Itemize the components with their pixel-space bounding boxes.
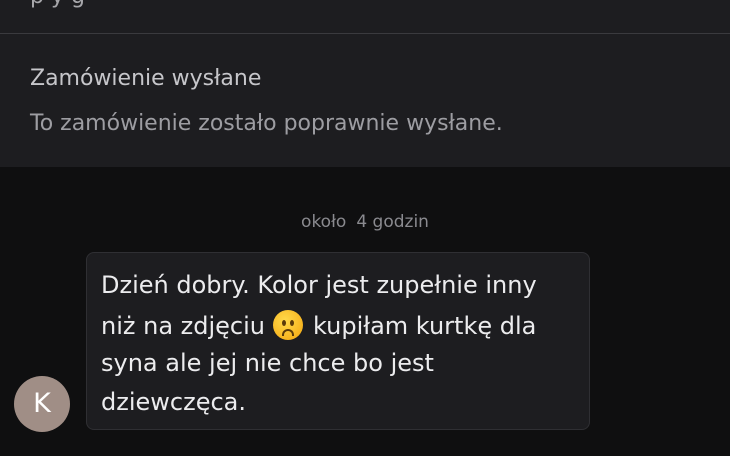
timestamp-prefix: około xyxy=(301,212,347,232)
message-bubble[interactable]: Dzień dobry. Kolor jest zupełnie inny ni… xyxy=(86,252,590,430)
order-status-title: Zamówienie wysłane xyxy=(30,66,262,91)
message-line-2-before: niż na zdjęciu xyxy=(101,312,265,340)
avatar[interactable]: K xyxy=(14,376,70,432)
timestamp-value: 4 godzin xyxy=(356,212,429,232)
message-line-4: dziewczęca. xyxy=(101,388,246,416)
message-timestamp: około 4 godzin xyxy=(0,212,730,232)
sad-face-emoji-icon xyxy=(273,310,303,340)
previous-message-text-cut-off: p y g xyxy=(30,0,85,9)
message-line-1: Dzień dobry. Kolor jest zupełnie inny xyxy=(101,271,537,299)
message-line-2: niż na zdjęciu kupiłam kurtkę dla xyxy=(101,310,536,340)
chat-screen: p y g Zamówienie wysłane To zamówienie z… xyxy=(0,0,730,456)
message-line-3: syna ale jej nie chce bo jest xyxy=(101,349,434,377)
previous-message-card: p y g xyxy=(0,0,730,33)
message-line-2-after: kupiłam kurtkę dla xyxy=(313,312,537,340)
order-status-description: To zamówienie zostało poprawnie wysłane. xyxy=(30,111,503,136)
order-status-card: Zamówienie wysłane To zamówienie zostało… xyxy=(0,34,730,167)
